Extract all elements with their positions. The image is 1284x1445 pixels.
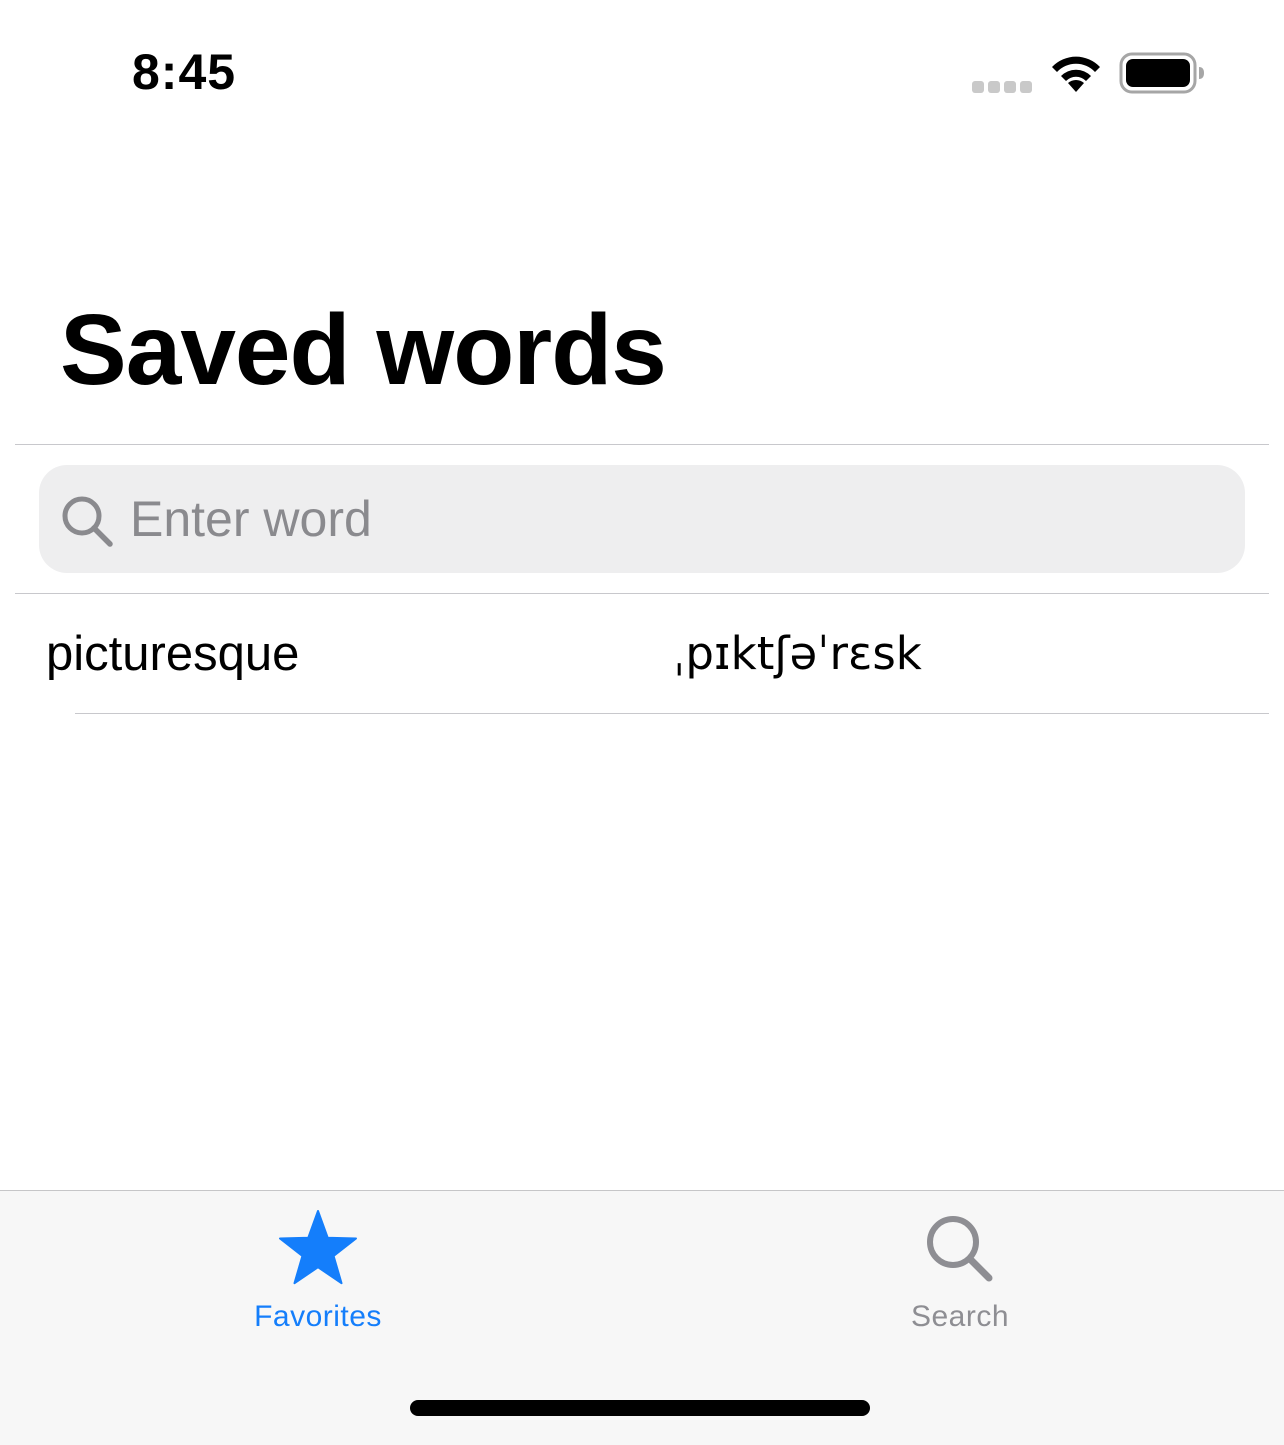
- cellular-signal-icon: [972, 81, 1034, 93]
- row-divider: [75, 713, 1269, 714]
- status-time: 8:45: [132, 44, 237, 100]
- wifi-icon: [1052, 56, 1100, 92]
- tab-search-label: Search: [910, 1300, 1010, 1333]
- search-input[interactable]: [130, 474, 1220, 564]
- tab-search[interactable]: Search: [642, 1191, 1284, 1361]
- word-text: picturesque: [46, 627, 300, 681]
- saved-word-row[interactable]: picturesque ˌpɪktʃəˈrɛsk: [15, 594, 1269, 713]
- search-icon: [62, 496, 113, 547]
- star-icon: [279, 1210, 357, 1285]
- home-indicator[interactable]: [410, 1400, 870, 1416]
- status-bar: 8:45: [0, 0, 1284, 140]
- page-title: Saved words: [60, 294, 667, 406]
- header-divider: [15, 444, 1269, 445]
- app-screen: 8:45 Saved words picturesque ˌpɪktʃəˈrɛ: [0, 0, 1284, 1445]
- word-pronunciation: ˌpɪktʃəˈrɛsk: [673, 627, 922, 680]
- tab-favorites[interactable]: Favorites: [0, 1191, 642, 1361]
- battery-icon: [1119, 52, 1204, 94]
- search-icon: [927, 1216, 993, 1282]
- tab-favorites-label: Favorites: [254, 1300, 382, 1333]
